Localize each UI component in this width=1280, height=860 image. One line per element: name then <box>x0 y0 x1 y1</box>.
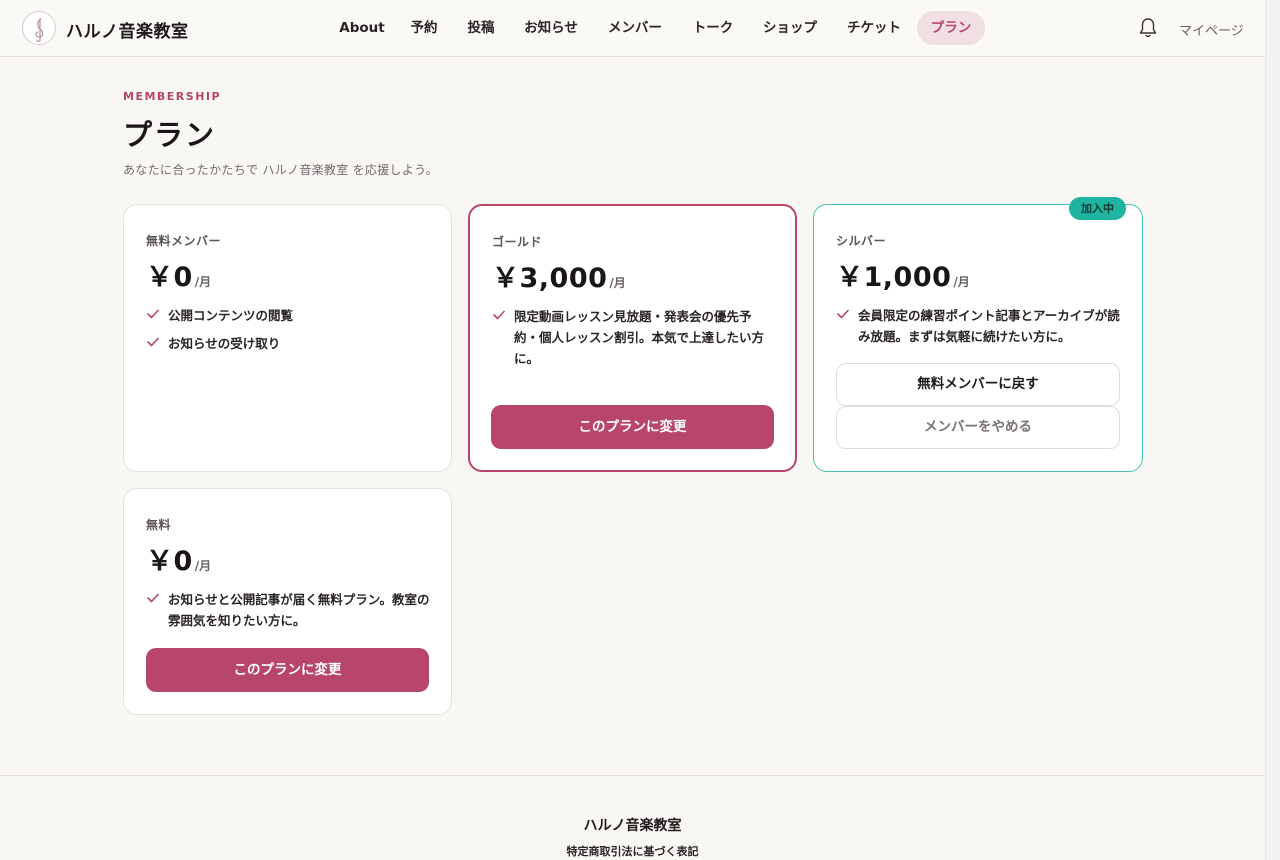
nav-shop[interactable]: ショップ <box>756 11 824 45</box>
plan-name: ゴールド <box>492 235 543 249</box>
plan-price: ￥1,000/月 <box>836 255 970 294</box>
main-nav: About 予約 投稿 お知らせ メンバー トーク ショップ チケット プラン <box>0 0 1265 57</box>
plan-card-free: 無料 ￥0/月 お知らせと公開記事が届く無料プラン。教室の雰囲気を知りたい方に。… <box>123 488 452 715</box>
feature-text: 公開コンテンツの閲覧 <box>168 308 294 323</box>
nav-booking[interactable]: 予約 <box>403 11 445 45</box>
feature-text: 限定動画レッスン見放題・発表会の優先予約・個人レッスン割引。本気で上達したい方に… <box>514 309 765 366</box>
price-unit: /月 <box>194 275 212 289</box>
check-icon <box>147 593 159 603</box>
feature-list: 限定動画レッスン見放題・発表会の優先予約・個人レッスン割引。本気で上達したい方に… <box>492 306 775 376</box>
page-subtitle: あなたに合ったかたちで ハルノ音楽教室 を応援しよう。 <box>123 163 439 177</box>
bell-icon[interactable] <box>1138 17 1158 39</box>
feature-text: お知らせと公開記事が届く無料プラン。教室の雰囲気を知りたい方に。 <box>168 592 430 628</box>
feature-list: 会員限定の練習ポイント記事とアーカイブが読み放題。まずは気軽に続けたい方に。 <box>836 305 1122 354</box>
check-icon <box>837 309 849 319</box>
revert-to-free-button[interactable]: 無料メンバーに戻す <box>836 363 1120 406</box>
check-icon <box>147 337 159 347</box>
plan-card-free-member: 無料メンバー ￥0/月 公開コンテンツの閲覧 お知らせの受け取り <box>123 204 452 472</box>
plan-name: 無料 <box>146 518 172 532</box>
price-amount: ￥1,000 <box>836 262 952 293</box>
check-icon <box>493 310 505 320</box>
nav-talk[interactable]: トーク <box>685 11 741 45</box>
feature-item: 公開コンテンツの閲覧 <box>146 305 431 326</box>
legal-notice-link[interactable]: 特定商取引法に基づく表記 <box>0 843 1265 859</box>
price-amount: ￥0 <box>146 262 193 293</box>
change-plan-button-gold[interactable]: このプランに変更 <box>491 405 774 449</box>
cancel-membership-button[interactable]: メンバーをやめる <box>836 406 1120 449</box>
feature-item: お知らせと公開記事が届く無料プラン。教室の雰囲気を知りたい方に。 <box>146 589 431 631</box>
plan-name: シルバー <box>836 234 887 248</box>
change-plan-button-free[interactable]: このプランに変更 <box>146 648 429 692</box>
page-title: プラン <box>123 118 217 152</box>
feature-item: お知らせの受け取り <box>146 333 431 354</box>
plan-card-silver: 加入中 シルバー ￥1,000/月 会員限定の練習ポイント記事とアーカイブが読み… <box>813 197 1143 472</box>
mypage-link[interactable]: マイページ <box>1179 20 1244 39</box>
price-unit: /月 <box>953 275 970 289</box>
plan-card-gold: ゴールド ￥3,000/月 限定動画レッスン見放題・発表会の優先予約・個人レッス… <box>468 204 797 472</box>
plan-price: ￥3,000/月 <box>492 256 626 295</box>
feature-list: お知らせと公開記事が届く無料プラン。教室の雰囲気を知りたい方に。 <box>146 589 431 638</box>
plan-price: ￥0/月 <box>146 539 211 578</box>
current-plan-badge: 加入中 <box>1069 197 1126 220</box>
feature-text: お知らせの受け取り <box>168 336 281 351</box>
nav-tickets[interactable]: チケット <box>839 11 909 45</box>
price-unit: /月 <box>609 276 626 290</box>
price-amount: ￥3,000 <box>492 263 608 294</box>
footer-brand: ハルノ音楽教室 <box>583 818 682 834</box>
feature-item: 会員限定の練習ポイント記事とアーカイブが読み放題。まずは気軽に続けたい方に。 <box>836 305 1122 347</box>
section-eyebrow: MEMBERSHIP <box>123 90 222 103</box>
nav-about[interactable]: About <box>336 11 388 45</box>
feature-list: 公開コンテンツの閲覧 お知らせの受け取り <box>146 305 431 361</box>
nav-plan[interactable]: プラン <box>917 11 985 45</box>
site-footer: ハルノ音楽教室 特定商取引法に基づく表記 <box>0 775 1265 860</box>
check-icon <box>147 309 159 319</box>
site-header: ハルノ音楽教室 About 予約 投稿 お知らせ メンバー トーク ショップ チ… <box>0 0 1265 57</box>
price-unit: /月 <box>194 559 212 573</box>
page-scrollbar[interactable] <box>1265 0 1280 860</box>
plan-price: ￥0/月 <box>146 255 211 294</box>
nav-posts[interactable]: 投稿 <box>460 11 502 45</box>
feature-item: 限定動画レッスン見放題・発表会の優先予約・個人レッスン割引。本気で上達したい方に… <box>492 306 775 369</box>
price-amount: ￥0 <box>146 546 193 577</box>
nav-news[interactable]: お知らせ <box>517 11 585 45</box>
nav-members[interactable]: メンバー <box>600 11 670 45</box>
plan-name: 無料メンバー <box>146 234 222 248</box>
feature-text: 会員限定の練習ポイント記事とアーカイブが読み放題。まずは気軽に続けたい方に。 <box>858 308 1120 344</box>
